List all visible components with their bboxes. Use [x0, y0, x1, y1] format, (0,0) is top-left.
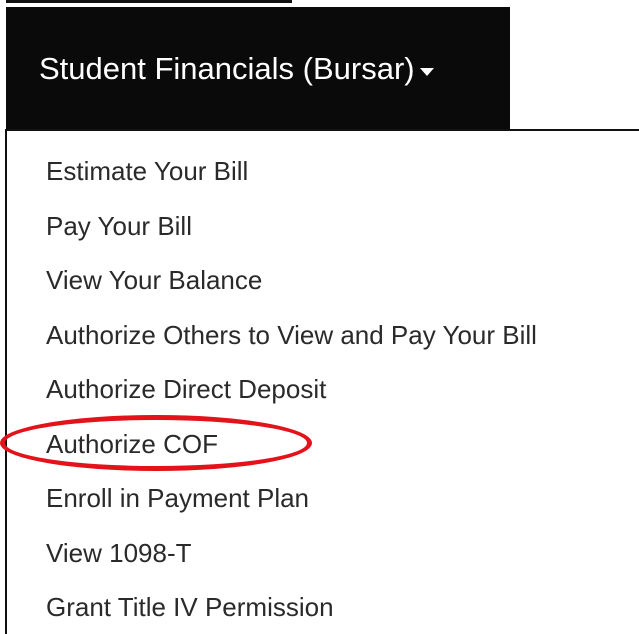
page: Student Financials (Bursar) Estimate You…: [0, 0, 639, 634]
menu-item-authorize-cof[interactable]: Authorize COF: [46, 426, 218, 462]
menu-item-grant-title-iv-permission[interactable]: Grant Title IV Permission: [46, 589, 334, 625]
menu-button-label: Student Financials (Bursar): [39, 50, 415, 86]
menu-item-authorize-direct-deposit[interactable]: Authorize Direct Deposit: [46, 371, 326, 407]
menu-item-view-your-balance[interactable]: View Your Balance: [46, 262, 262, 298]
student-financials-menu-button[interactable]: Student Financials (Bursar): [6, 7, 510, 130]
caret-down-icon: [419, 67, 434, 76]
menu-item-view-1098-t[interactable]: View 1098-T: [46, 535, 192, 571]
menu-item-estimate-your-bill[interactable]: Estimate Your Bill: [46, 153, 248, 189]
menu-item-authorize-others[interactable]: Authorize Others to View and Pay Your Bi…: [46, 317, 537, 353]
menu-item-pay-your-bill[interactable]: Pay Your Bill: [46, 208, 192, 244]
menu-item-enroll-in-payment-plan[interactable]: Enroll in Payment Plan: [46, 480, 309, 516]
top-divider: [6, 0, 292, 3]
dropdown-menu: Estimate Your Bill Pay Your Bill View Yo…: [5, 129, 639, 634]
